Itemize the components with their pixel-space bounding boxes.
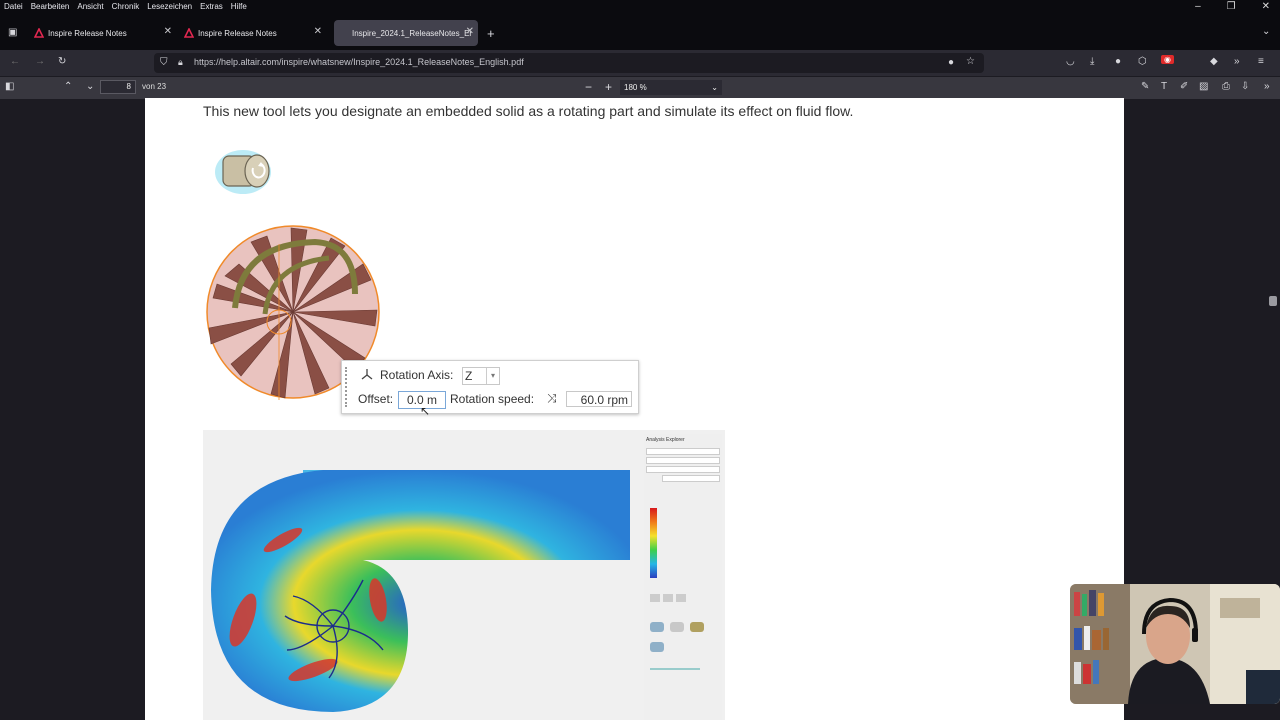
color-legend <box>650 508 657 578</box>
tools-icon[interactable]: » <box>1264 81 1270 92</box>
zoom-select[interactable]: 180 % ⌄ <box>620 80 722 95</box>
mouse-cursor-icon: ↖ <box>420 404 431 418</box>
overflow-icon[interactable]: » <box>1234 56 1240 67</box>
nav-bar: ← → ↻ ⛉ 🔒︎ https://help.altair.com/inspi… <box>0 50 1280 76</box>
page-number-input[interactable]: 8 <box>100 80 136 94</box>
sidebar-toggle-icon[interactable]: ◧ <box>5 81 14 92</box>
run-select[interactable] <box>646 448 720 455</box>
analysis-explorer-panel: Analysis Explorer <box>644 434 722 720</box>
rotation-speed-input[interactable]: 60.0 rpm <box>566 391 632 407</box>
menu-chronik[interactable]: Chronik <box>112 2 140 11</box>
list-tabs-icon[interactable]: ⌄ <box>1262 26 1270 37</box>
record-icon[interactable]: ● <box>948 57 954 68</box>
rotating-part-tool-icon[interactable] <box>211 146 275 200</box>
download-icon[interactable]: ⤓ <box>1090 56 1094 67</box>
menu-hilfe[interactable]: Hilfe <box>231 2 247 11</box>
velocity-select[interactable] <box>662 475 720 482</box>
menu-extras[interactable]: Extras <box>200 2 223 11</box>
style-1-icon[interactable] <box>650 622 664 632</box>
save-icon[interactable]: ⇩ <box>1241 81 1249 92</box>
result-type-select[interactable] <box>646 466 720 473</box>
webcam-video <box>1070 584 1280 704</box>
menu-ansicht[interactable]: Ansicht <box>77 2 103 11</box>
altair-logo-icon <box>34 28 44 38</box>
tab-label: Inspire Release Notes <box>198 28 277 38</box>
pdf-page: This new tool lets you designate an embe… <box>145 98 1124 720</box>
drag-handle[interactable] <box>345 367 349 407</box>
previous-page-icon[interactable]: ⌃ <box>64 81 72 92</box>
tab-label: Inspire_2024.1_ReleaseNotes_Er <box>352 28 473 38</box>
axis-icon <box>361 369 373 380</box>
webcam-overlay <box>1070 584 1280 704</box>
close-tab-icon[interactable]: ✕ <box>314 26 322 37</box>
simulation-result-image: Analysis Explorer <box>203 430 725 720</box>
velocity-contour-plot <box>211 470 630 712</box>
style-2-icon[interactable] <box>670 622 684 632</box>
address-bar[interactable]: ⛉ 🔒︎ https://help.altair.com/inspire/wha… <box>154 53 984 73</box>
style-4-icon[interactable] <box>650 642 664 652</box>
tab-release-notes-2[interactable]: Inspire Release Notes ✕ <box>184 20 326 46</box>
draw-icon[interactable]: ✐ <box>1180 81 1188 92</box>
restore-icon[interactable]: ❐ <box>1227 1 1236 12</box>
app-menu-icon[interactable]: ≡ <box>1258 56 1264 67</box>
image-icon[interactable]: ▨ <box>1199 81 1208 92</box>
tab-release-notes-1[interactable]: Inspire Release Notes ✕ <box>34 20 176 46</box>
tab-bar: ▣ Inspire Release Notes ✕ Inspire Releas… <box>0 14 1280 50</box>
contour-icon[interactable] <box>650 594 660 602</box>
reload-icon[interactable]: ↻ <box>58 56 66 67</box>
intro-paragraph: This new tool lets you designate an embe… <box>203 103 854 119</box>
next-page-icon[interactable]: ⌄ <box>86 81 94 92</box>
pdf-toolbar: ◧ ⌃ ⌄ 8 von 23 − + 180 % ⌄ ✎ T ✐ ▨ ⎙ ⇩ » <box>0 76 1280 99</box>
minimize-icon[interactable]: – <box>1195 1 1201 12</box>
shield-icon[interactable]: ⛉ <box>160 57 168 68</box>
back-icon[interactable]: ← <box>10 56 20 67</box>
account-icon[interactable]: ● <box>1115 56 1121 67</box>
addon-icon[interactable]: ◆ <box>1210 56 1218 67</box>
rotation-axis-label: Rotation Axis: <box>380 368 454 382</box>
chevron-down-icon: ▾ <box>486 368 499 384</box>
close-window-icon[interactable]: ✕ <box>1262 1 1270 12</box>
menu-lesezeichen[interactable]: Lesezeichen <box>147 2 192 11</box>
rotation-properties-panel: Rotation Axis: Z ▾ Offset: 0.0 m Rotatio… <box>341 360 639 414</box>
box-icon[interactable] <box>663 594 673 602</box>
close-tab-icon[interactable]: ✕ <box>466 26 474 37</box>
close-tab-icon[interactable]: ✕ <box>164 26 172 37</box>
reverse-direction-icon[interactable]: ⤨ <box>547 391 557 406</box>
print-icon[interactable]: ⎙ <box>1222 81 1230 92</box>
bookshelf <box>1070 584 1130 704</box>
recording-extension-icon[interactable]: ◉ <box>1161 55 1174 64</box>
forward-icon[interactable]: → <box>35 56 45 67</box>
menu-bar: Datei Bearbeiten Ansicht Chronik Lesezei… <box>0 0 1280 14</box>
pocket-icon[interactable]: ◡ <box>1066 56 1075 67</box>
text-tool-icon[interactable]: T <box>1161 81 1167 92</box>
min-max-icon[interactable] <box>676 594 686 602</box>
extensions-icon[interactable]: ⬡ <box>1138 56 1147 67</box>
zoom-value: 180 % <box>624 83 647 92</box>
offset-label: Offset: <box>358 392 394 406</box>
stage-select[interactable] <box>646 457 720 464</box>
altair-logo-icon <box>184 28 194 38</box>
lock-icon[interactable]: 🔒︎ <box>178 57 183 68</box>
bookmark-star-icon[interactable]: ☆ <box>966 56 975 67</box>
tab-overview-icon[interactable]: ▣ <box>8 27 17 38</box>
new-tab-icon[interactable]: + <box>487 26 495 41</box>
zoom-in-icon[interactable]: + <box>605 80 612 94</box>
page-count: von 23 <box>142 82 167 91</box>
scrollbar-thumb[interactable] <box>1269 296 1277 306</box>
style-3-icon[interactable] <box>690 622 704 632</box>
rotation-axis-value: Z <box>465 369 473 383</box>
rotation-axis-select[interactable]: Z ▾ <box>462 367 500 385</box>
tab-label: Inspire Release Notes <box>48 28 127 38</box>
volumetric-rendering-slider[interactable] <box>650 668 700 670</box>
menu-datei[interactable]: Datei <box>4 2 23 11</box>
tab-release-notes-pdf[interactable]: Inspire_2024.1_ReleaseNotes_Er ✕ <box>334 20 478 46</box>
menu-bearbeiten[interactable]: Bearbeiten <box>31 2 70 11</box>
rotation-speed-label: Rotation speed: <box>450 392 535 406</box>
chevron-down-icon: ⌄ <box>711 83 718 92</box>
url-text: https://help.altair.com/inspire/whatsnew… <box>194 57 524 67</box>
analysis-explorer-title: Analysis Explorer <box>646 437 685 443</box>
zoom-out-icon[interactable]: − <box>585 80 592 94</box>
highlight-icon[interactable]: ✎ <box>1141 81 1149 92</box>
